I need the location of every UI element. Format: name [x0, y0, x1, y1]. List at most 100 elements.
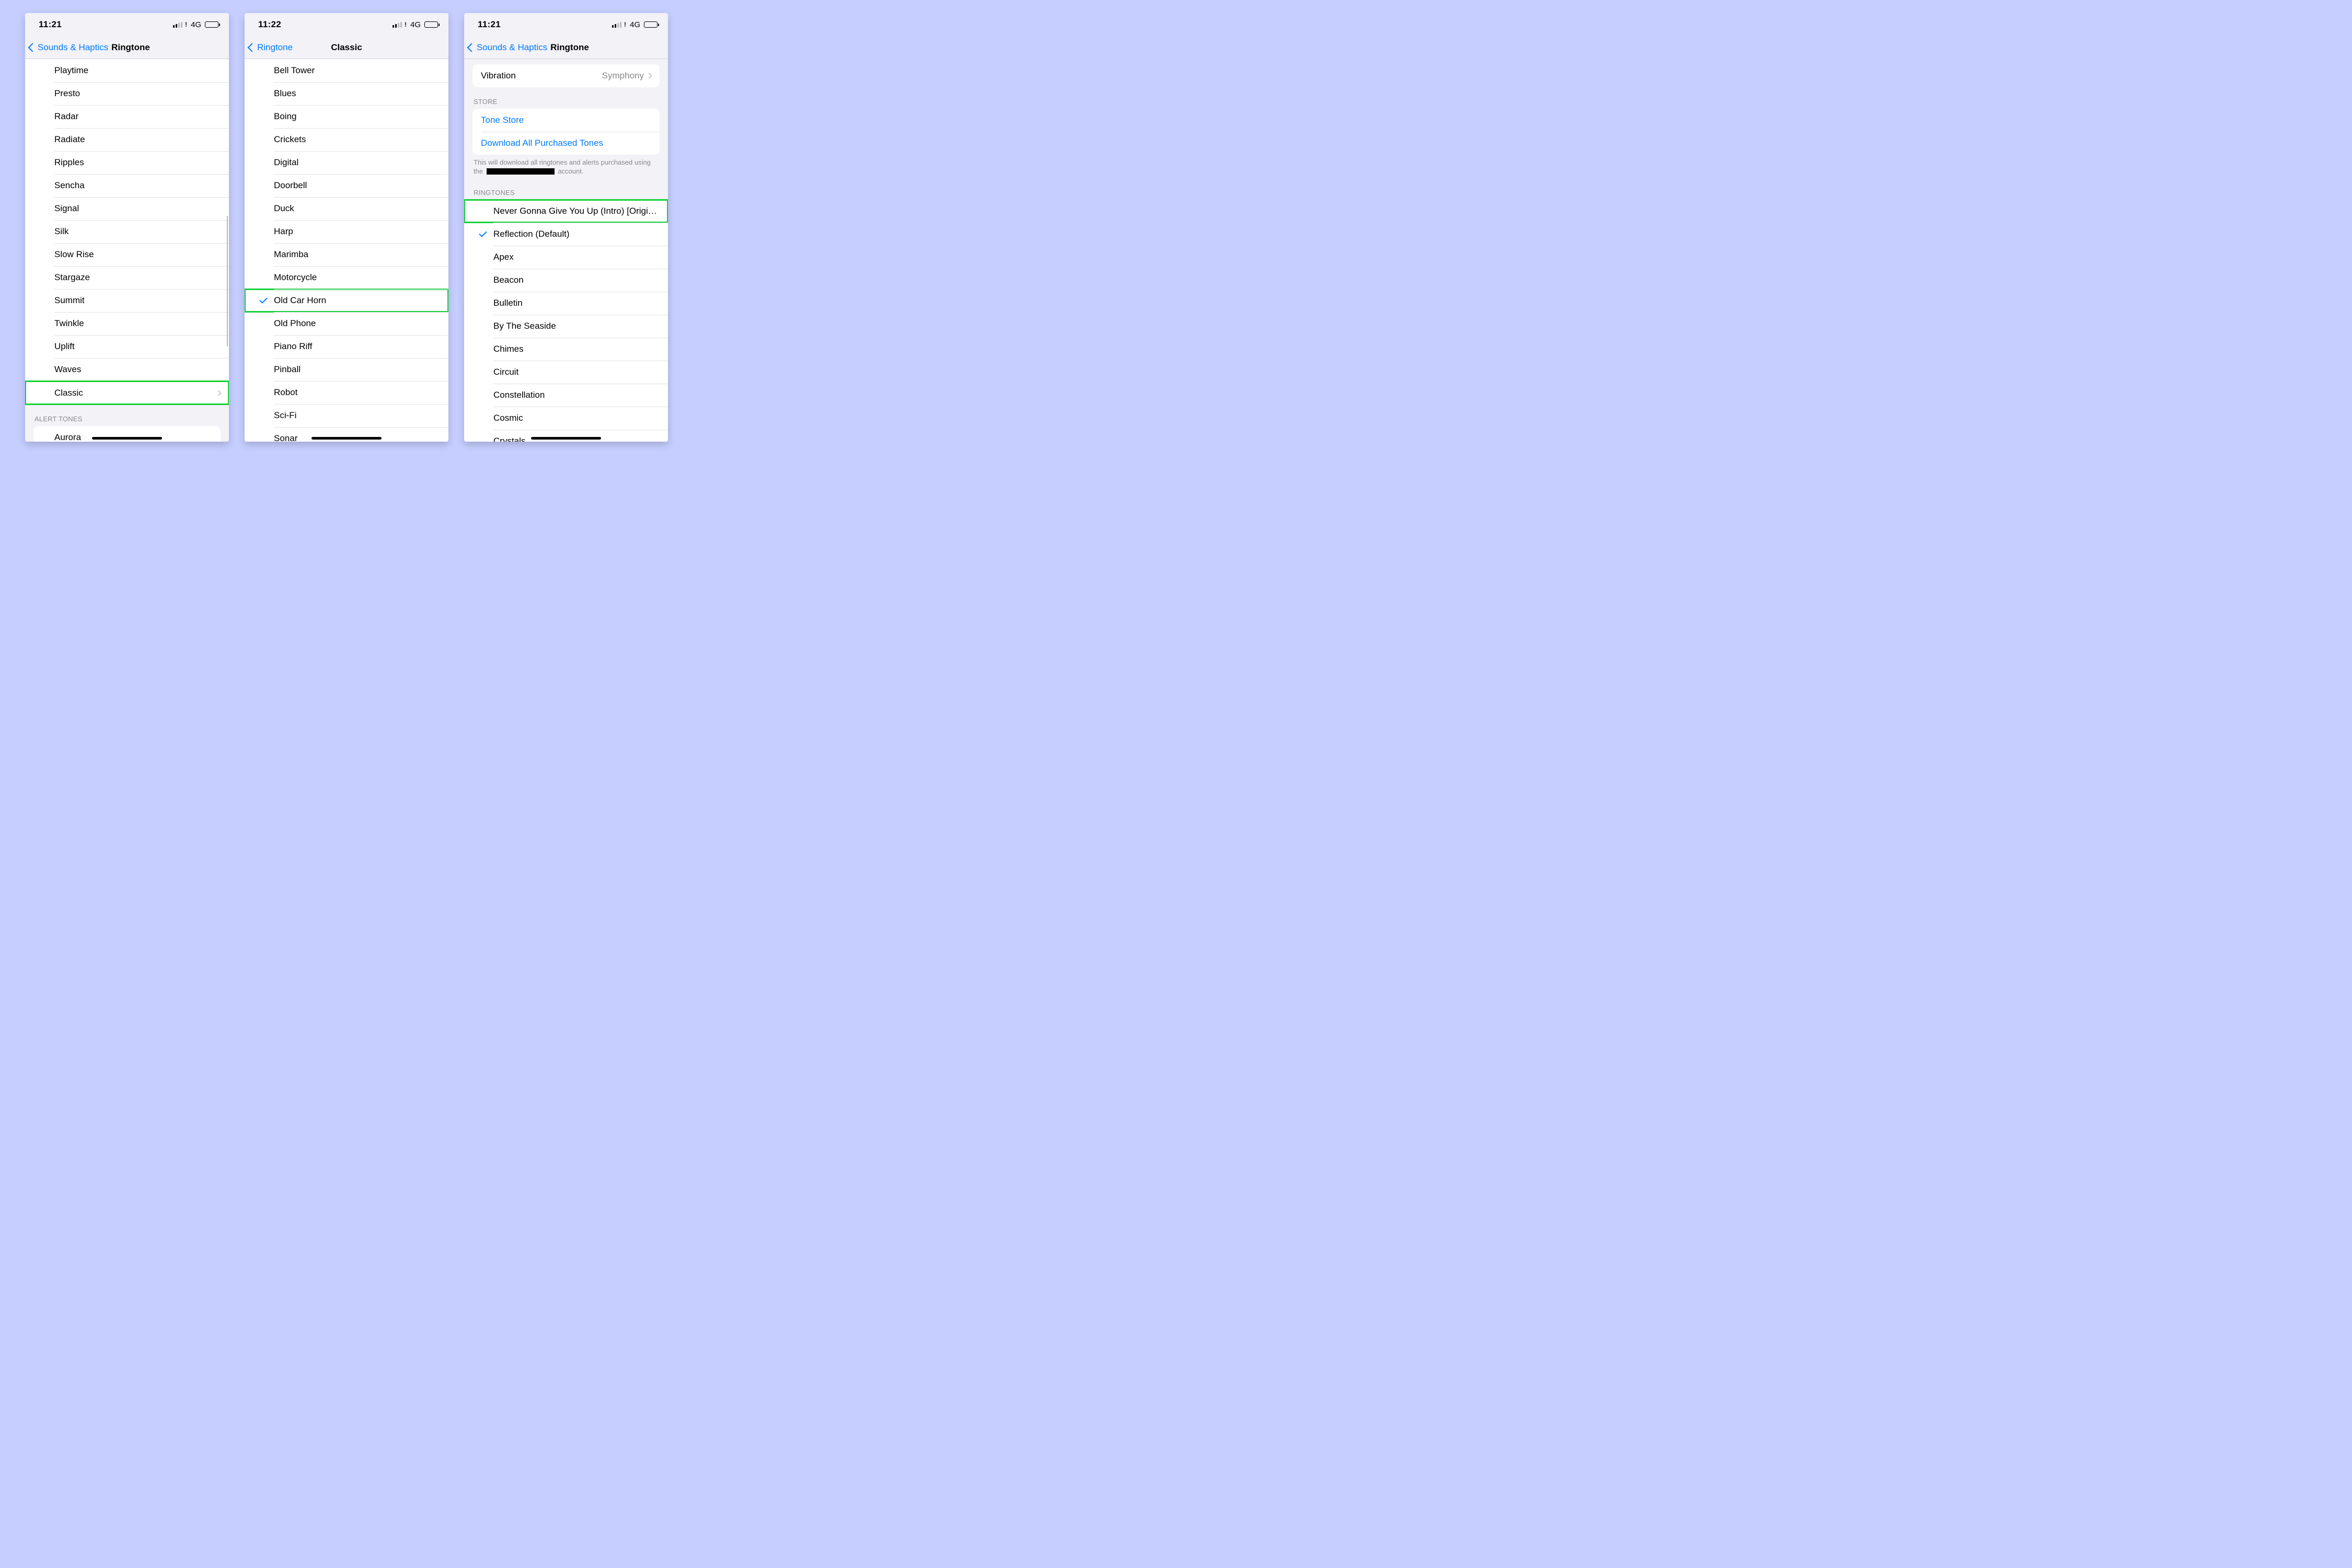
- home-indicator[interactable]: [531, 437, 601, 440]
- content[interactable]: Playtime Presto Radar RadiateRipplesSencha S…: [25, 59, 229, 442]
- list-item[interactable]: Duck: [245, 197, 448, 220]
- list-item[interactable]: Beacon: [464, 269, 668, 292]
- battery-icon: [205, 21, 218, 28]
- classic-row-highlighted: Classic: [25, 381, 229, 405]
- row-label: Marimba: [274, 249, 440, 260]
- list-item[interactable]: Marimba: [245, 243, 448, 266]
- list-item[interactable]: Radar: [25, 105, 229, 128]
- home-indicator[interactable]: [92, 437, 162, 440]
- list-item[interactable]: Signal: [25, 197, 229, 220]
- selected-tone-row[interactable]: Old Car Horn: [245, 289, 448, 312]
- row-label: Motorcycle: [274, 272, 440, 283]
- signal-icon: [612, 22, 621, 28]
- list-item[interactable]: Bulletin: [464, 292, 668, 315]
- signal-icon: [393, 22, 402, 28]
- list-item[interactable]: By The Seaside: [464, 315, 668, 338]
- row-label: Radar: [33, 111, 221, 122]
- row-label: Cosmic: [493, 413, 660, 423]
- row-label: Digital: [274, 157, 440, 168]
- list-item[interactable]: Slow Rise: [25, 243, 229, 266]
- list-item[interactable]: Blues: [245, 82, 448, 105]
- status-bar: 11:21 ! 4G: [464, 13, 668, 36]
- scrollbar[interactable]: [227, 216, 228, 347]
- list-item[interactable]: Bell Tower: [245, 59, 448, 82]
- row-label: Blues: [274, 88, 440, 99]
- back-button[interactable]: Ringtone: [249, 42, 293, 53]
- list-item[interactable]: Sci-Fi: [245, 404, 448, 427]
- list-item[interactable]: Piano Riff: [245, 335, 448, 358]
- signal-alert-icon: !: [624, 21, 626, 28]
- screenshot-3: 11:21 ! 4G Sounds & Haptics Ringtone Vib…: [464, 13, 668, 442]
- status-right: ! 4G: [393, 20, 438, 29]
- list-item[interactable]: Playtime: [25, 59, 229, 82]
- classic-row[interactable]: Classic: [25, 382, 229, 405]
- list-item[interactable]: Chimes: [464, 338, 668, 361]
- list-item[interactable]: Circuit: [464, 361, 668, 384]
- list-item[interactable]: Crystals: [464, 430, 668, 442]
- tone-store-link[interactable]: Tone Store: [472, 109, 660, 132]
- list-item[interactable]: Robot: [245, 381, 448, 404]
- ringtones-header: RINGTONES: [464, 178, 668, 200]
- list-item[interactable]: Harp: [245, 220, 448, 243]
- list-item[interactable]: Cosmic: [464, 407, 668, 430]
- row-label: Robot: [274, 387, 440, 398]
- selected-tone-row[interactable]: Reflection (Default): [464, 223, 668, 246]
- signal-alert-icon: !: [405, 21, 407, 28]
- home-indicator[interactable]: [312, 437, 382, 440]
- list-item[interactable]: Ripples: [25, 151, 229, 174]
- status-time: 11:22: [258, 19, 281, 30]
- list-item[interactable]: Digital: [245, 151, 448, 174]
- list-item[interactable]: Presto: [25, 82, 229, 105]
- row-label: Doorbell: [274, 180, 440, 191]
- chevron-left-icon: [28, 43, 37, 52]
- vibration-row[interactable]: Vibration Symphony: [472, 64, 660, 87]
- row-label: Stargaze: [33, 272, 221, 283]
- content[interactable]: Vibration Symphony STORE Tone Store Down…: [464, 59, 668, 442]
- list-item[interactable]: Silk: [25, 220, 229, 243]
- battery-icon: [424, 21, 438, 28]
- list-item[interactable]: Stargaze: [25, 266, 229, 289]
- status-right: ! 4G: [612, 20, 658, 29]
- row-label: Waves: [33, 364, 221, 375]
- alert-tones-header: ALERT TONES: [25, 405, 229, 426]
- list-item[interactable]: Twinkle: [25, 312, 229, 335]
- list-item[interactable]: Sencha: [25, 174, 229, 197]
- nav-bar: Sounds & Haptics Ringtone: [464, 36, 668, 59]
- row-label: Summit: [33, 295, 221, 306]
- back-button[interactable]: Sounds & Haptics: [468, 42, 547, 53]
- nav-title: Classic: [331, 42, 362, 53]
- list-item[interactable]: Pinball: [245, 358, 448, 381]
- row-label: Tone Store: [481, 115, 651, 125]
- content[interactable]: Bell Tower Blues Boing Crickets Digital Doorb…: [245, 59, 448, 442]
- row-label: Old Car Horn: [274, 295, 440, 306]
- network-label: 4G: [191, 20, 201, 29]
- row-label: Playtime: [33, 65, 221, 76]
- list-item[interactable]: Constellation: [464, 384, 668, 407]
- list-item[interactable]: Radiate: [25, 128, 229, 151]
- list-item[interactable]: Waves: [25, 358, 229, 381]
- back-label: Ringtone: [257, 42, 293, 53]
- row-label: Signal: [33, 203, 221, 214]
- status-right: ! 4G: [173, 20, 218, 29]
- custom-ringtone-highlighted[interactable]: Never Gonna Give You Up (Intro) [Origi…: [464, 200, 668, 223]
- list-item[interactable]: Doorbell: [245, 174, 448, 197]
- row-label: Circuit: [493, 367, 660, 377]
- nav-bar: Ringtone Classic: [245, 36, 448, 59]
- list-item[interactable]: Old Phone: [245, 312, 448, 335]
- list-item[interactable]: Crickets: [245, 128, 448, 151]
- battery-icon: [644, 21, 658, 28]
- checkmark-icon: [472, 233, 493, 235]
- list-item[interactable]: Uplift: [25, 335, 229, 358]
- nav-bar: Sounds & Haptics Ringtone: [25, 36, 229, 59]
- list-item[interactable]: Apex: [464, 246, 668, 269]
- download-purchased-link[interactable]: Download All Purchased Tones: [472, 132, 660, 155]
- list-item[interactable]: Summit: [25, 289, 229, 312]
- status-time: 11:21: [39, 19, 62, 30]
- row-label: Boing: [274, 111, 440, 122]
- classic-tones-list: Bell Tower Blues Boing Crickets Digital Doorb…: [245, 59, 448, 442]
- list-item[interactable]: Motorcycle: [245, 266, 448, 289]
- back-button[interactable]: Sounds & Haptics: [29, 42, 108, 53]
- row-label: Slow Rise: [33, 249, 221, 260]
- row-label: Presto: [33, 88, 221, 99]
- list-item[interactable]: Boing: [245, 105, 448, 128]
